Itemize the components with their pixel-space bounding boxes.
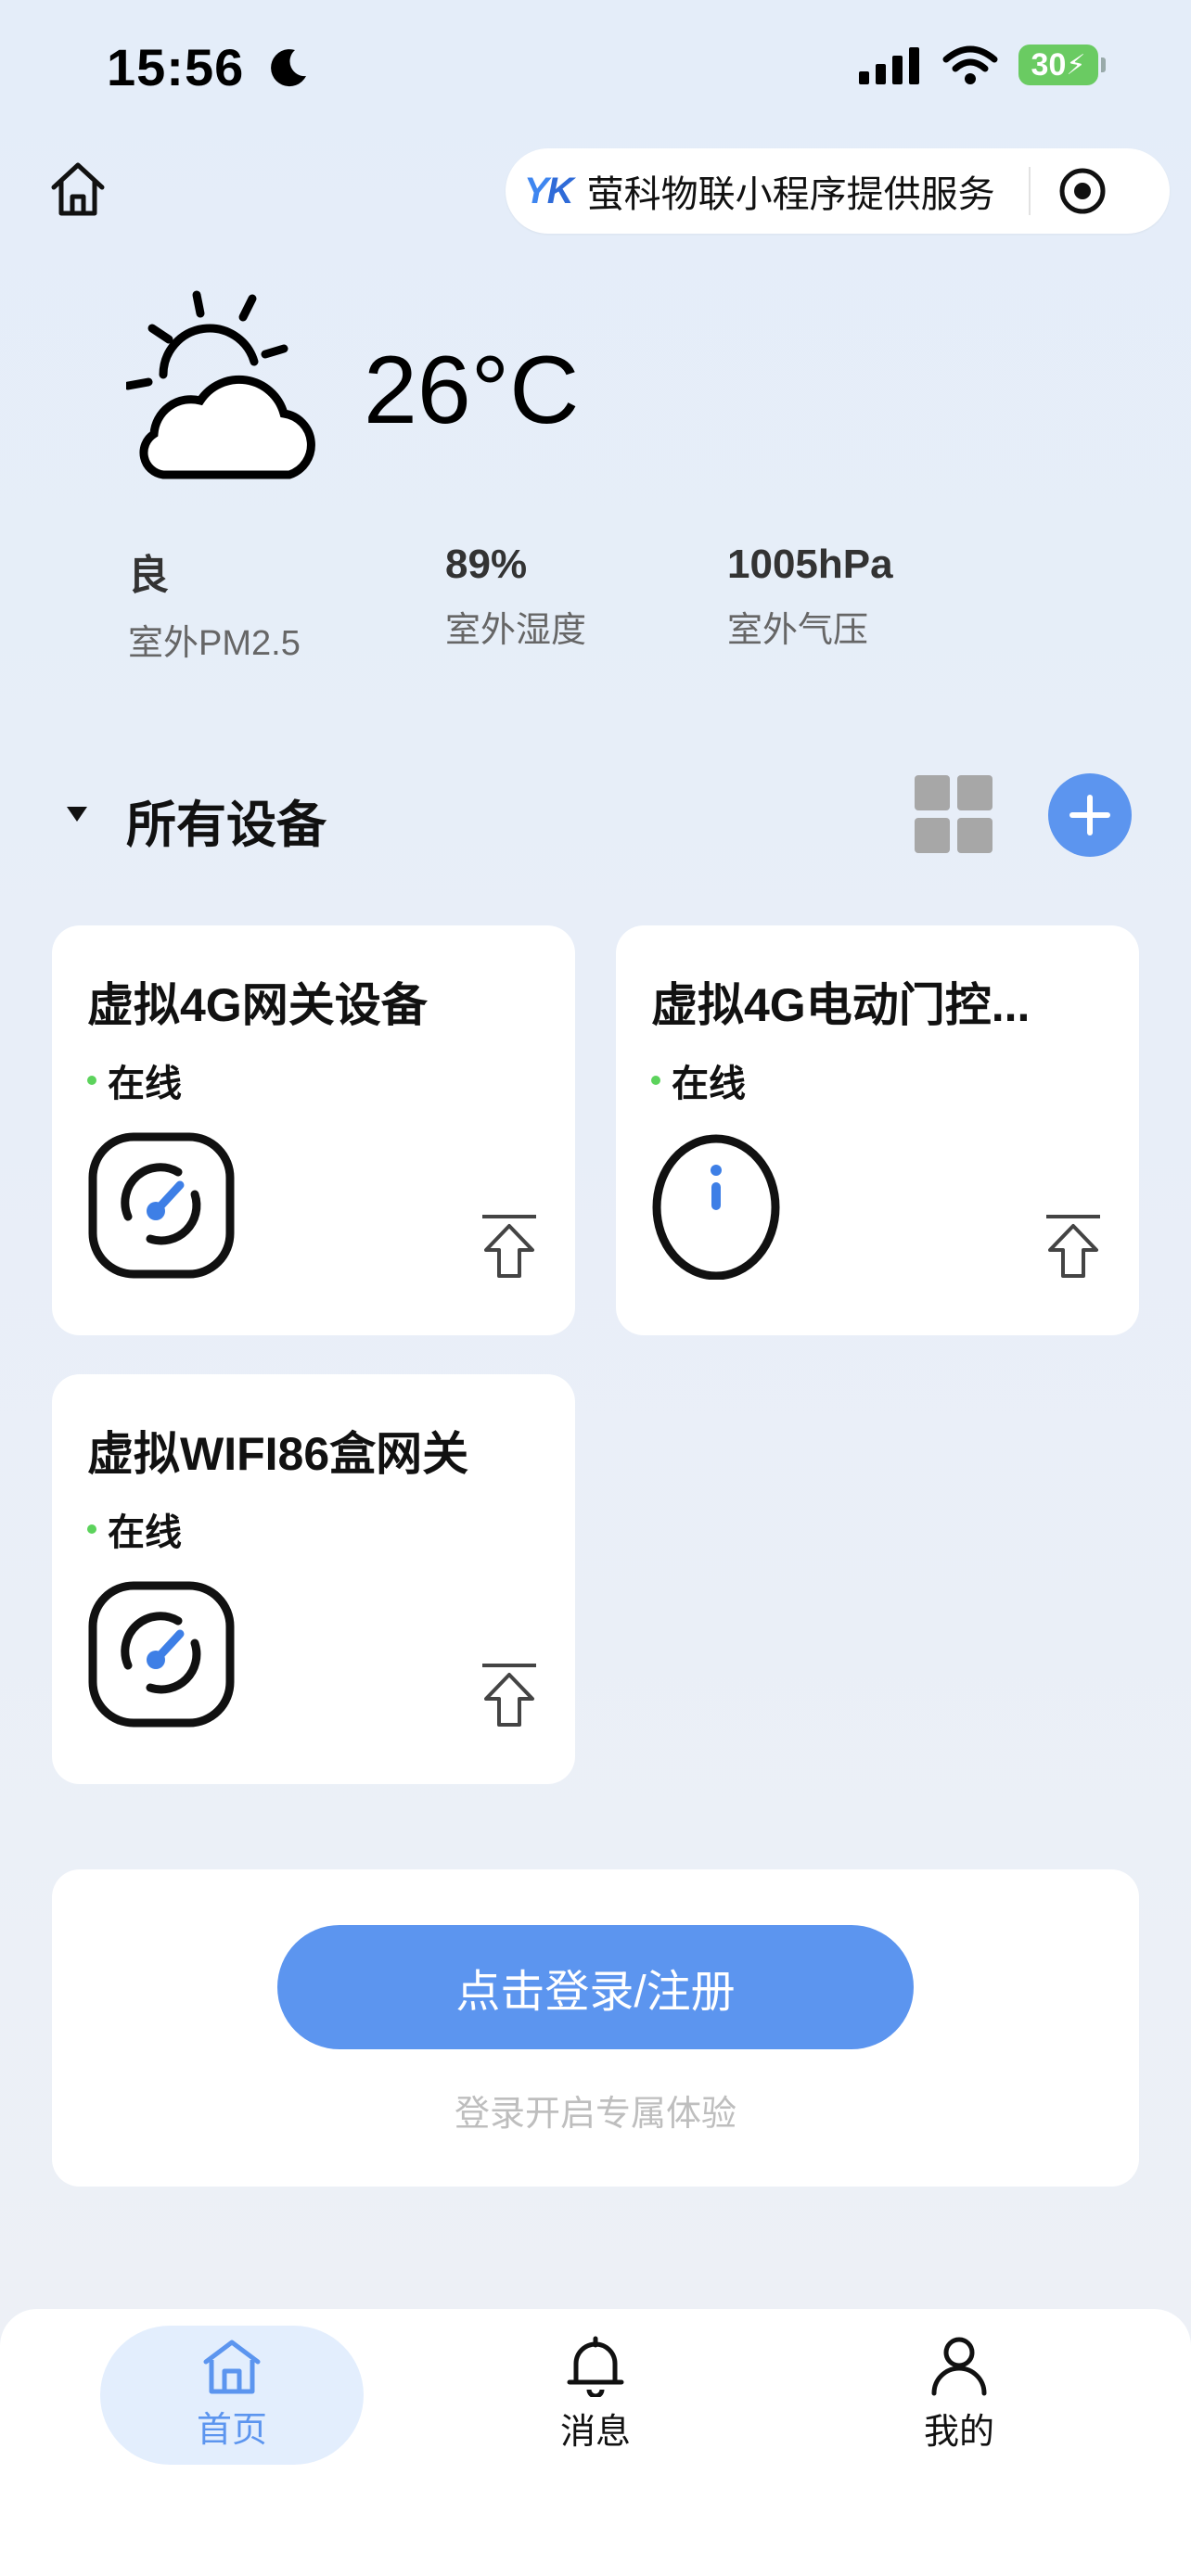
wifi-icon [942,45,998,84]
device-status-text: 在线 [672,1064,746,1104]
home-icon [203,2340,261,2393]
tab-home[interactable]: 首页 [102,2326,362,2463]
stat-pressure-label: 室外气压 [727,611,869,650]
device-status-text: 在线 [108,1064,182,1104]
online-dot [651,1076,660,1085]
device-status: 在线 [87,1053,182,1107]
tab-home-label: 首页 [196,2410,267,2450]
online-dot [87,1076,96,1085]
pin-to-top-icon[interactable] [480,1662,538,1728]
stat-pressure-value: 1005hPa [727,542,893,587]
stat-pm25: 良 室外PM2.5 [128,542,301,665]
device-card[interactable]: 虚拟4G网关设备 在线 [52,925,575,1335]
online-dot [87,1524,96,1534]
home-outline-icon [51,162,105,216]
temperature: 26°C [364,337,580,444]
tab-messages-label: 消息 [559,2412,631,2452]
mini-program-provider-text: 萤科物联小程序提供服务 [586,174,995,215]
yk-logo: YK [524,170,574,212]
stat-pressure: 1005hPa 室外气压 [727,542,893,652]
devices-section-title[interactable]: 所有设备 [126,784,327,857]
status-time-text: 15:56 [107,38,245,96]
status-time: 15:56 [107,37,310,97]
collapse-triangle-icon[interactable] [67,807,87,822]
pin-to-top-icon[interactable] [1044,1213,1102,1280]
grid-cell [957,818,992,853]
device-name: 虚拟WIFI86盒网关 [87,1428,469,1480]
login-card: 点击登录/注册 登录开启专属体验 [52,1869,1139,2187]
stat-humidity-value: 89% [445,542,528,587]
stat-humidity: 89% 室外湿度 [445,542,586,652]
pin-to-top-icon[interactable] [480,1213,538,1280]
device-status-text: 在线 [108,1512,182,1553]
add-device-button[interactable] [1048,773,1132,857]
charging-bolt-icon: ⚡ [1066,49,1086,81]
grid-view-button[interactable] [915,775,992,853]
tab-profile-label: 我的 [923,2412,994,2452]
user-icon [931,2337,987,2395]
stat-pm25-value: 良 [128,553,169,598]
grid-cell [957,775,992,810]
bottom-tab-bar: 首页 消息 我的 [0,2309,1191,2576]
stat-pm25-label: 室外PM2.5 [128,624,301,663]
mini-program-capsule[interactable]: YK 萤科物联小程序提供服务 [506,148,1170,234]
battery-indicator: 30 ⚡ [1018,45,1106,85]
status-indicators: 30 ⚡ [859,45,1106,85]
plus-icon [1069,795,1110,835]
signal-icon [859,47,919,84]
yk-logo-y: Y [524,170,549,211]
gateway-icon [88,1581,235,1728]
yk-logo-k: K [546,170,574,211]
door-controller-icon [652,1134,780,1280]
stat-humidity-label: 室外湿度 [445,611,587,650]
moon-icon [270,49,306,87]
login-subtitle: 登录开启专属体验 [454,2095,736,2134]
partly-cloudy-icon [126,290,315,479]
grid-cell [915,818,950,853]
device-status: 在线 [651,1053,746,1107]
login-register-button[interactable]: 点击登录/注册 [277,1925,914,2049]
device-name: 虚拟4G电动门控... [651,979,1031,1031]
device-name: 虚拟4G网关设备 [87,979,428,1031]
home-button[interactable] [48,159,108,219]
capsule-divider [1028,167,1031,215]
device-status: 在线 [87,1502,182,1556]
gateway-icon [88,1132,235,1279]
battery-level: 30 [1031,46,1067,83]
device-card[interactable]: 虚拟4G电动门控... 在线 [616,925,1139,1335]
close-target-icon[interactable] [1057,165,1108,217]
tab-messages[interactable]: 消息 [466,2326,725,2463]
bell-icon [567,2336,624,2397]
tab-profile[interactable]: 我的 [829,2326,1089,2463]
device-card[interactable]: 虚拟WIFI86盒网关 在线 [52,1374,575,1784]
grid-cell [915,775,950,810]
